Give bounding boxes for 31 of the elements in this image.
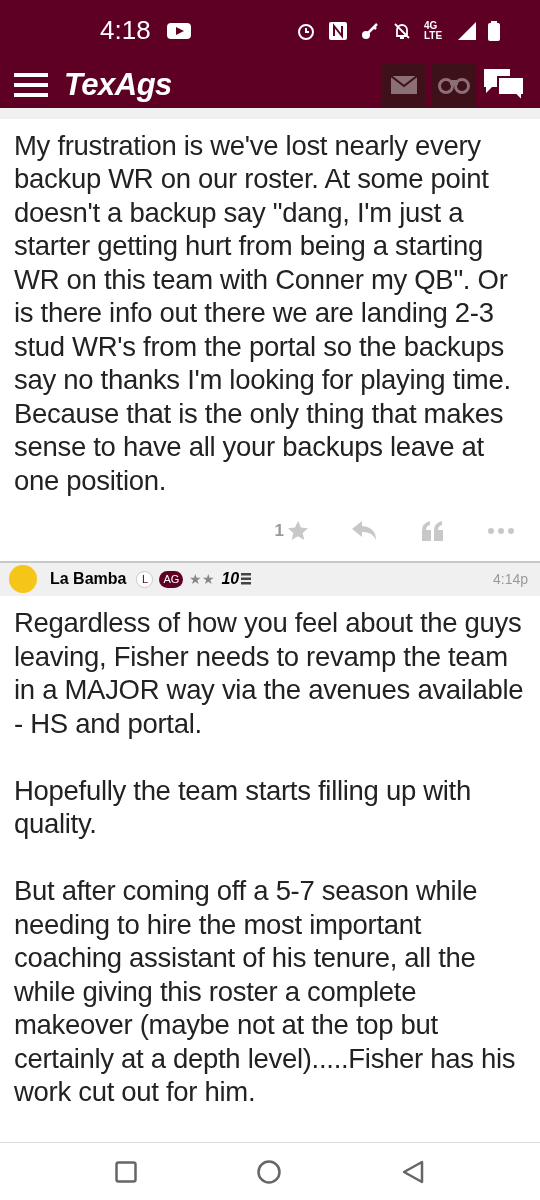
avatar	[8, 564, 38, 595]
post-time: 4:14p	[492, 571, 528, 588]
signal-icon	[458, 22, 476, 40]
menu-icon[interactable]	[14, 73, 48, 97]
bell-off-icon	[392, 21, 412, 41]
binoculars-icon	[438, 76, 470, 94]
rank-stars: ★★	[189, 571, 216, 588]
post-text: But after coming off a 5-7 season while needing to hire the most important coaching assistant of his tenure, all the while giving this roster a complete makeover (maybe not at the top but certainly at a depth level).....Fisher has his work cut out for him.	[14, 874, 517, 1109]
play-icon	[166, 23, 191, 39]
binoculars-button[interactable]	[432, 63, 476, 107]
user-badge: L	[136, 571, 154, 588]
nfc-icon	[328, 21, 348, 41]
recents-icon[interactable]	[115, 1160, 137, 1183]
star-icon	[288, 521, 308, 541]
battery-icon	[488, 21, 500, 41]
post-text: Regardless of how you feel about the guys leaving, Fisher needs to revamp the team in a MAJOR way via the avenues available - HS and portal.	[14, 606, 525, 741]
level-bars-icon	[241, 573, 252, 586]
clock: 4:18	[100, 15, 151, 47]
key-icon	[360, 21, 380, 41]
post-text: Hopefully the team starts filling up with quality.	[14, 773, 472, 841]
post-text: My frustration is we've lost nearly every backup WR on our roster. At some point doesn't a backup say "dang, I'm just a starter getting hurt from being a starting WR on this team with Conner my QB". Or is there info out there we are landing 2-3 stud WR's from the portal so the backups say no thanks I'm looking for playing time. Because that is the only thing that makes sense to have all your backups leave at one position.	[14, 128, 512, 498]
user-badge: AG	[159, 571, 184, 588]
network-label: 4G LTE	[424, 21, 444, 41]
home-icon[interactable]	[257, 1159, 281, 1184]
alarm-icon	[296, 21, 316, 41]
author-name[interactable]: La Bamba	[50, 570, 127, 589]
envelope-icon	[391, 76, 417, 94]
mail-button[interactable]	[382, 63, 426, 107]
logo[interactable]: TexAgs	[64, 67, 172, 103]
back-icon[interactable]	[401, 1159, 425, 1184]
level-label: 10	[221, 570, 240, 589]
